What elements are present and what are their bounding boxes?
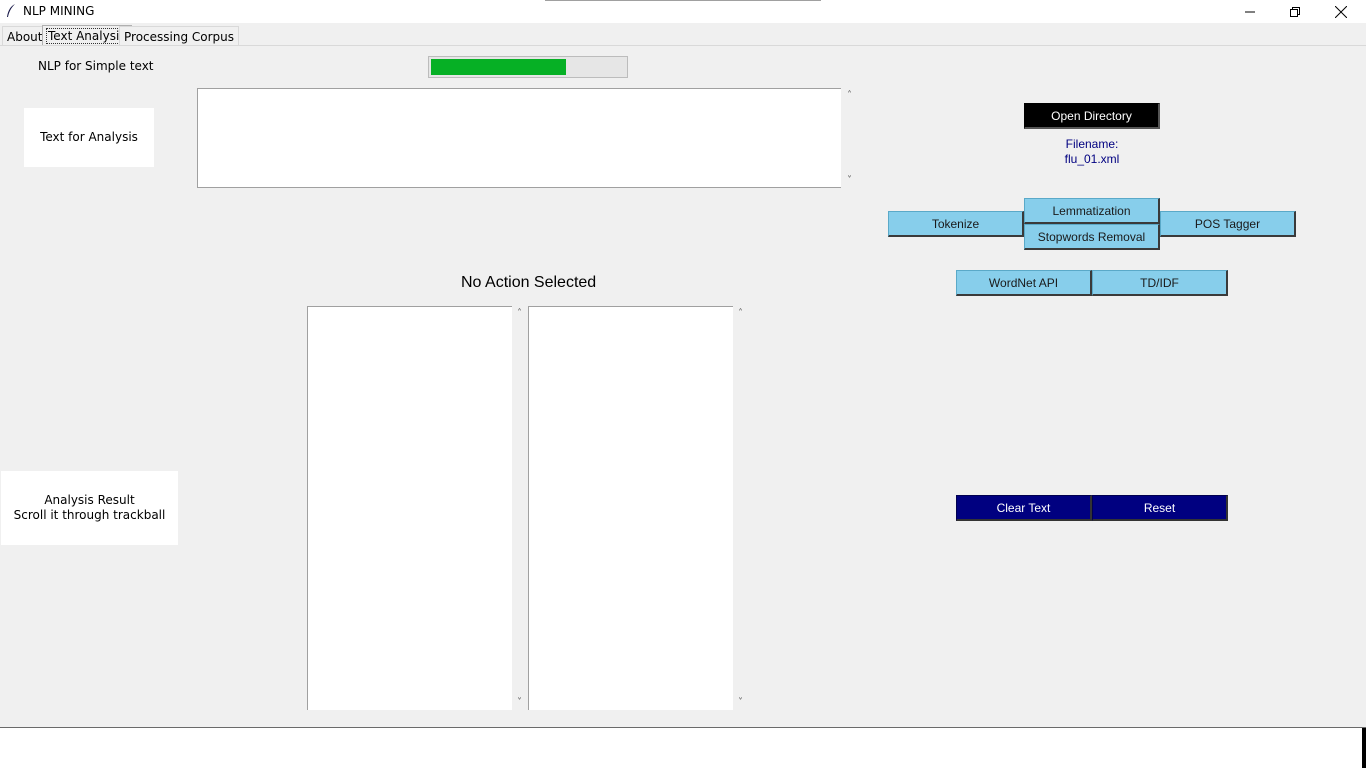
wordnet-api-button[interactable]: WordNet API	[956, 270, 1092, 296]
result-pane-left[interactable]	[307, 306, 512, 710]
title-divider	[545, 0, 821, 1]
tokenize-button[interactable]: Tokenize	[888, 211, 1024, 237]
status-text: No Action Selected	[461, 274, 597, 291]
scroll-up-icon[interactable]: ˄	[738, 308, 743, 319]
stopwords-removal-button[interactable]: Stopwords Removal	[1024, 224, 1160, 250]
result-pane-right[interactable]	[528, 306, 733, 710]
feather-icon	[5, 3, 17, 19]
text-for-analysis-label: Text for Analysis	[24, 108, 154, 167]
pos-tagger-button[interactable]: POS Tagger	[1160, 211, 1296, 237]
restore-icon	[1290, 6, 1300, 17]
scroll-up-icon[interactable]: ˄	[847, 90, 852, 101]
clear-text-button[interactable]: Clear Text	[956, 495, 1092, 521]
lemmatization-button[interactable]: Lemmatization	[1024, 198, 1160, 224]
scroll-down-icon[interactable]: ˅	[517, 697, 522, 708]
tab-processing-corpus[interactable]: Processing Corpus	[119, 26, 240, 45]
filename-caption: Filename:	[1065, 137, 1119, 151]
progress-fill	[431, 59, 566, 75]
scroll-down-icon[interactable]: ˅	[738, 697, 743, 708]
analysis-result-label: Analysis Result Scroll it through trackb…	[1, 471, 178, 545]
close-icon	[1335, 5, 1347, 18]
scroll-up-icon[interactable]: ˄	[517, 308, 522, 319]
close-button[interactable]	[1318, 0, 1364, 23]
reset-button[interactable]: Reset	[1092, 495, 1228, 521]
tab-text-analysis-label: Text Analysis	[46, 28, 128, 44]
title-bar	[0, 0, 1366, 23]
analysis-text-input[interactable]	[197, 88, 841, 188]
td-idf-button[interactable]: TD/IDF	[1092, 270, 1228, 296]
input-scrollbar[interactable]: ˄ ˅	[841, 88, 858, 188]
analysis-result-title: Analysis Result	[44, 493, 135, 507]
minimize-icon	[1245, 11, 1255, 12]
window-edge	[1362, 728, 1366, 768]
filename-value: flu_01.xml	[1064, 152, 1120, 166]
filename-display: Filename: flu_01.xml	[1024, 137, 1160, 167]
minimize-button[interactable]	[1227, 0, 1273, 23]
scroll-down-icon[interactable]: ˅	[847, 175, 852, 186]
analysis-result-hint: Scroll it through trackball	[13, 508, 166, 522]
result-left-scrollbar[interactable]: ˄ ˅	[511, 306, 528, 710]
section-label: NLP for Simple text	[38, 59, 154, 73]
tabs-divider	[0, 45, 1366, 46]
open-directory-button[interactable]: Open Directory	[1024, 103, 1160, 129]
bottom-panel	[0, 728, 1366, 768]
restore-button[interactable]	[1272, 0, 1318, 23]
tab-about[interactable]: About	[2, 26, 48, 45]
window-title: NLP MINING	[23, 4, 95, 18]
text-for-analysis-text: Text for Analysis	[40, 130, 138, 144]
progress-bar	[428, 56, 628, 78]
result-right-scrollbar[interactable]: ˄ ˅	[732, 306, 749, 710]
